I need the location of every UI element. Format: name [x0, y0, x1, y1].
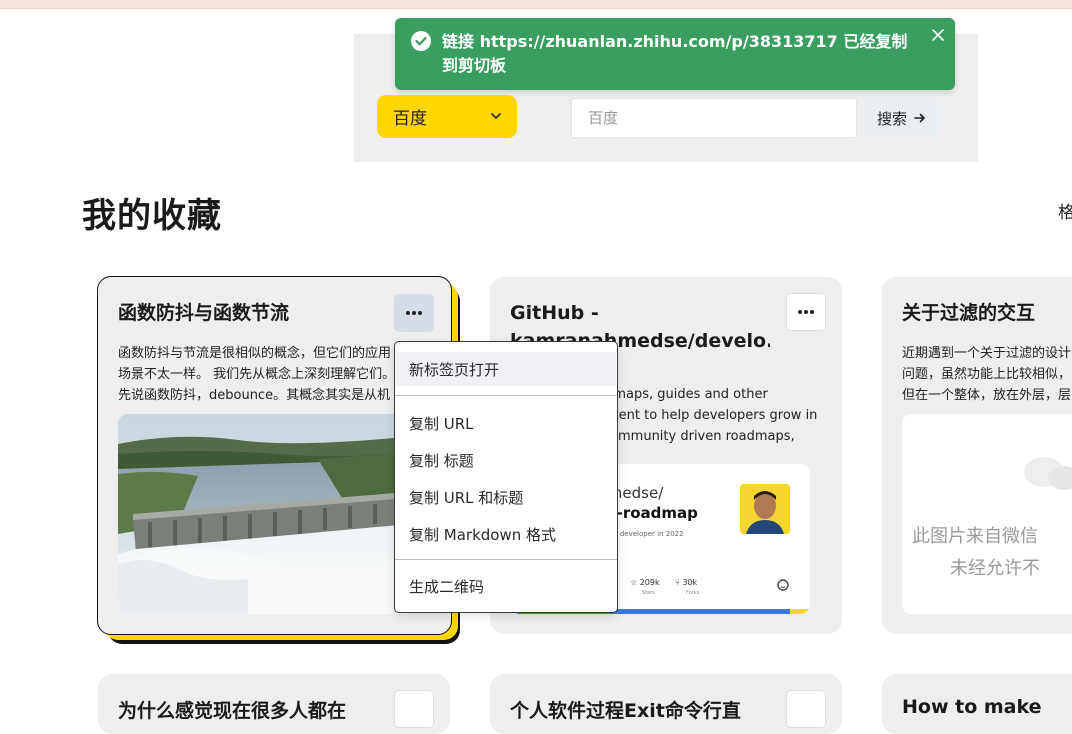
arrow-right-icon [914, 113, 925, 123]
search-input[interactable] [571, 98, 857, 138]
more-options-button[interactable] [786, 293, 826, 331]
close-icon[interactable] [931, 28, 945, 42]
card-thumbnail [118, 414, 414, 614]
card-title[interactable]: 函数防抖与函数节流 [118, 299, 388, 327]
dam-photo [118, 414, 414, 614]
search-button-label: 搜索 [876, 109, 907, 128]
search-button[interactable]: 搜索 [865, 98, 939, 138]
search-engine-select[interactable]: 百度 [377, 95, 517, 138]
thumb-caption: 此图片来自微信 [912, 526, 1038, 547]
card-title[interactable]: 关于过滤的交互 [902, 299, 1072, 327]
more-icon [406, 311, 422, 315]
github-icon [777, 579, 789, 591]
card-title[interactable]: How to make [902, 696, 1042, 718]
preview-accent-bar-yellow [790, 609, 810, 614]
card-thumbnail: 此图片来自微信 未经允许不 [902, 414, 1072, 614]
check-circle-icon [411, 31, 431, 51]
format-toggle-label[interactable]: 格 [1058, 198, 1072, 223]
chevron-down-icon [491, 113, 501, 120]
stars-count: ☆ 209k [630, 578, 660, 587]
stars-value: 209k [639, 578, 660, 587]
card-title[interactable]: 个人软件过程Exit命令行直 [510, 696, 741, 723]
stars-label: Stars [642, 590, 655, 596]
more-options-button[interactable] [786, 690, 826, 728]
card-description: 近期遇到一个关于过滤的设计问题，虽然功能上比较相似，但在一个整体，放在外层，层级… [902, 346, 1072, 403]
search-engine-label: 百度 [393, 109, 427, 129]
menu-item-copy-url-and-title[interactable]: 复制 URL 和标题 [396, 480, 616, 514]
forks-label: Forks [686, 590, 700, 596]
menu-item-open-new-tab[interactable]: 新标签页打开 [396, 352, 616, 386]
thumb-caption-2: 未经允许不 [950, 558, 1040, 579]
copy-success-toast: 链接 https://zhuanlan.zhihu.com/p/38313717… [395, 18, 955, 90]
bookmark-card[interactable]: How to make [882, 674, 1072, 734]
more-options-button[interactable] [394, 294, 434, 332]
card-title[interactable]: 为什么感觉现在很多人都在 [118, 696, 346, 723]
card-description: 函数防抖与节流是很相似的概念，但它们的应用场景不太一样。 我们先从概念上深刻理解… [118, 346, 396, 403]
menu-item-copy-url[interactable]: 复制 URL [396, 406, 616, 440]
bookmark-card[interactable]: 关于过滤的交互 近期遇到一个关于过滤的设计问题，虽然功能上比较相似，但在一个整体… [882, 277, 1072, 634]
forks-value: 30k [682, 578, 698, 587]
menu-item-copy-title[interactable]: 复制 标题 [396, 443, 616, 477]
more-icon [798, 310, 814, 314]
bookmark-card[interactable]: 为什么感觉现在很多人都在 [98, 674, 450, 734]
browser-top-strip [0, 0, 1072, 9]
page-title: 我的收藏 [82, 196, 222, 236]
avatar [740, 484, 790, 534]
wechat-watermark-icon [1024, 457, 1072, 490]
menu-divider [395, 395, 617, 396]
forks-count: ⑂ 30k [675, 578, 698, 587]
toast-message: 链接 https://zhuanlan.zhihu.com/p/38313717… [442, 32, 908, 75]
menu-divider [395, 559, 617, 560]
more-options-button[interactable] [394, 690, 434, 728]
bookmark-card[interactable]: 个人软件过程Exit命令行直 [490, 674, 842, 734]
menu-item-copy-markdown[interactable]: 复制 Markdown 格式 [396, 517, 616, 551]
context-menu: 新标签页打开 复制 URL 复制 标题 复制 URL 和标题 复制 Markdo… [394, 341, 618, 613]
menu-item-generate-qrcode[interactable]: 生成二维码 [396, 569, 616, 603]
